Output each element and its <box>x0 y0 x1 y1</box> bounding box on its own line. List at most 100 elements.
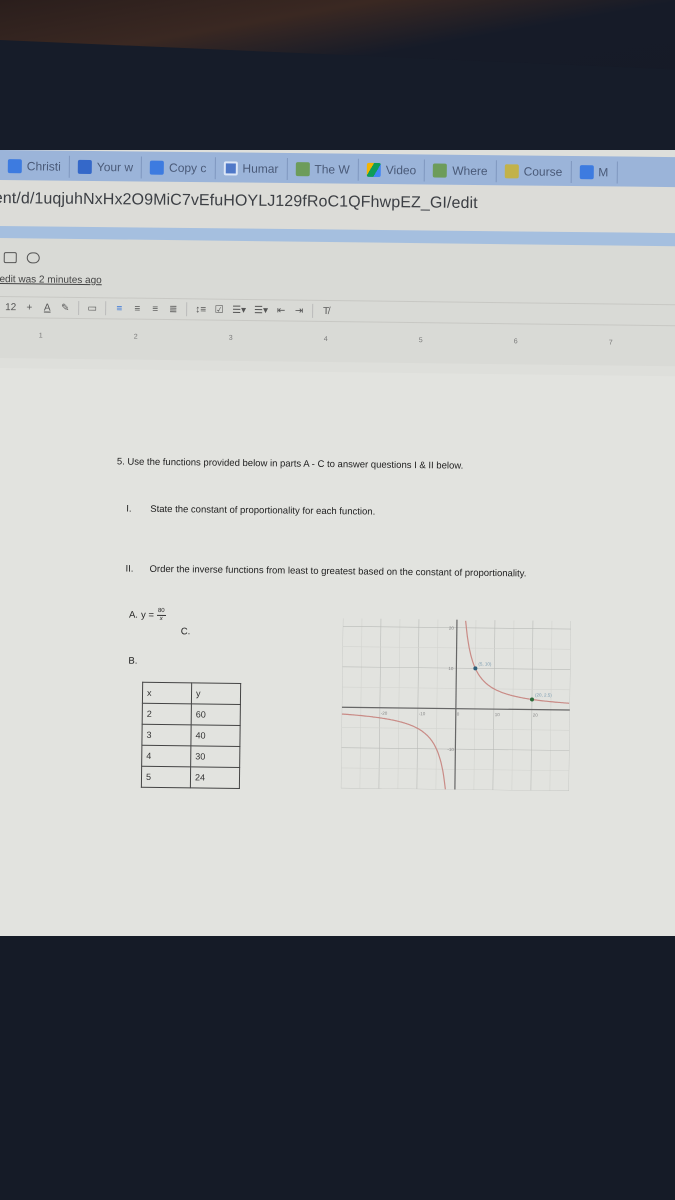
numbered-list-icon[interactable]: ☰▾ <box>254 303 268 317</box>
monitor-bottom-bezel <box>0 936 675 1200</box>
move-folder-icon[interactable] <box>3 252 17 264</box>
grid-line <box>568 620 571 791</box>
bookmark-label: Where <box>452 163 488 179</box>
table-header-cell: x <box>142 682 192 704</box>
function-a: A. y = 80 x <box>128 607 166 623</box>
function-b-label: B. <box>128 655 138 667</box>
grid-line <box>416 619 420 790</box>
bookmark-item[interactable]: M <box>571 160 618 184</box>
bookmark-item[interactable]: Your w <box>69 155 143 179</box>
data-point <box>529 697 534 702</box>
text-color-icon[interactable]: A <box>42 301 52 315</box>
slides-icon <box>223 161 238 176</box>
classroom-icon <box>77 159 92 174</box>
bulleted-list-icon[interactable]: ☰▾ <box>232 303 246 317</box>
increase-font-size-button[interactable]: + <box>24 300 34 314</box>
bookmark-label: Copy c <box>169 160 207 176</box>
map-icon <box>295 162 310 177</box>
table-cell: 24 <box>190 766 240 789</box>
question-intro: 5. Use the functions provided below in p… <box>116 456 464 472</box>
bookmark-label: Course <box>523 164 563 179</box>
align-center-icon[interactable]: ≡ <box>132 302 142 316</box>
grid-line <box>397 618 401 789</box>
url-text[interactable]: ent/d/1uqjuhNxHx2O9MiC7vEfuHOYLJ129fRoC1… <box>0 190 478 213</box>
function-a-fraction: 80 x <box>156 607 166 623</box>
increase-indent-icon[interactable]: ⇥ <box>294 304 304 318</box>
point-label: (20, 2.5) <box>535 692 552 697</box>
x-tick-label: -10 <box>419 711 426 716</box>
drive-icon <box>366 162 381 177</box>
bookmark-item[interactable]: Humar <box>215 157 288 181</box>
last-edit-link[interactable]: edit was 2 minutes ago <box>0 274 102 286</box>
font-size-field[interactable]: 12 <box>5 300 16 314</box>
bookmark-label: Humar <box>242 161 279 176</box>
align-right-icon[interactable]: ≡ <box>150 302 160 316</box>
table-row: 2 60 <box>142 703 241 726</box>
table-cell: 3 <box>141 724 192 746</box>
ruler-mark: 5 <box>418 337 426 345</box>
table-cell: 5 <box>141 766 191 788</box>
line-spacing-icon[interactable]: ↕≡ <box>195 302 206 316</box>
grid-line <box>378 618 382 789</box>
ruler-mark: 6 <box>513 338 521 346</box>
ruler-mark: 2 <box>133 333 141 341</box>
bookmark-item[interactable]: The W <box>287 158 359 181</box>
table-header-row: xy <box>142 682 241 705</box>
x-tick-label: -20 <box>381 711 388 716</box>
docs-icon <box>579 165 594 180</box>
part-2-text: Order the inverse functions from least t… <box>149 563 527 580</box>
fraction-numerator: 80 <box>156 607 166 617</box>
align-left-icon[interactable]: ≡ <box>114 301 124 315</box>
function-b-table: x y 2 60 3 40 4 30 5 24 <box>141 682 241 789</box>
clear-formatting-icon[interactable]: T̸ <box>321 304 331 318</box>
grid-line <box>359 618 363 789</box>
table-cell: 2 <box>142 703 192 725</box>
document-page[interactable]: 5. Use the functions provided below in p… <box>0 368 675 936</box>
table-header-cell: y <box>191 682 241 705</box>
data-point <box>473 666 478 671</box>
grid-line <box>549 620 553 791</box>
grid-line <box>340 618 344 789</box>
bookmark-label: Christi <box>26 159 61 174</box>
function-a-label: A. <box>128 609 139 621</box>
bookmark-item[interactable]: Where <box>425 159 497 183</box>
y-axis <box>454 619 458 790</box>
part-1-number: I. <box>126 503 132 515</box>
part-1-text: State the constant of proportionality fo… <box>150 503 376 518</box>
docs-icon <box>150 160 165 175</box>
table-cell: 60 <box>191 703 241 726</box>
x-tick-label: 10 <box>495 712 501 717</box>
toolbar-divider <box>186 302 188 317</box>
ruler-mark: 1 <box>38 332 46 340</box>
toolbar-divider <box>78 300 80 315</box>
bookmark-item[interactable]: Copy c <box>141 156 216 180</box>
cloud-saved-icon <box>26 252 40 264</box>
y-tick-label: 20 <box>449 626 455 631</box>
ruler[interactable]: 1 2 3 4 5 6 7 <box>0 332 675 350</box>
ruler-mark: 7 <box>608 339 616 347</box>
docs-toolbar-area: edit was 2 minutes ago 12 + A ✎ ▭ ≡ ≡ ≡ … <box>0 238 675 367</box>
bookmark-item[interactable]: Christi <box>0 154 70 178</box>
ruler-mark: 4 <box>323 335 331 344</box>
insert-comment-icon[interactable]: ▭ <box>87 301 97 315</box>
fraction-denominator: x <box>159 615 163 623</box>
bookmark-label: M <box>598 165 609 180</box>
bookmark-item[interactable]: Video <box>358 158 426 182</box>
highlight-pen-icon[interactable]: ✎ <box>60 301 70 315</box>
table-cell: 30 <box>190 745 240 768</box>
map-icon <box>433 163 448 178</box>
checklist-icon[interactable]: ☑ <box>214 303 224 317</box>
bookmark-label: Video <box>385 163 417 178</box>
bookmark-label: Your w <box>96 160 134 175</box>
bookmark-item[interactable]: Course <box>496 160 572 183</box>
grid-line <box>530 620 534 791</box>
function-a-lhs: y = <box>140 609 154 621</box>
toolbar-divider <box>105 301 107 316</box>
x-tick-label: 20 <box>533 713 539 718</box>
curve-branch-negative <box>341 713 446 790</box>
grid-line <box>511 620 515 791</box>
point-label: (5, 10) <box>478 661 492 666</box>
course-icon <box>504 164 519 179</box>
justify-icon[interactable]: ≣ <box>168 302 178 316</box>
decrease-indent-icon[interactable]: ⇤ <box>276 303 286 317</box>
